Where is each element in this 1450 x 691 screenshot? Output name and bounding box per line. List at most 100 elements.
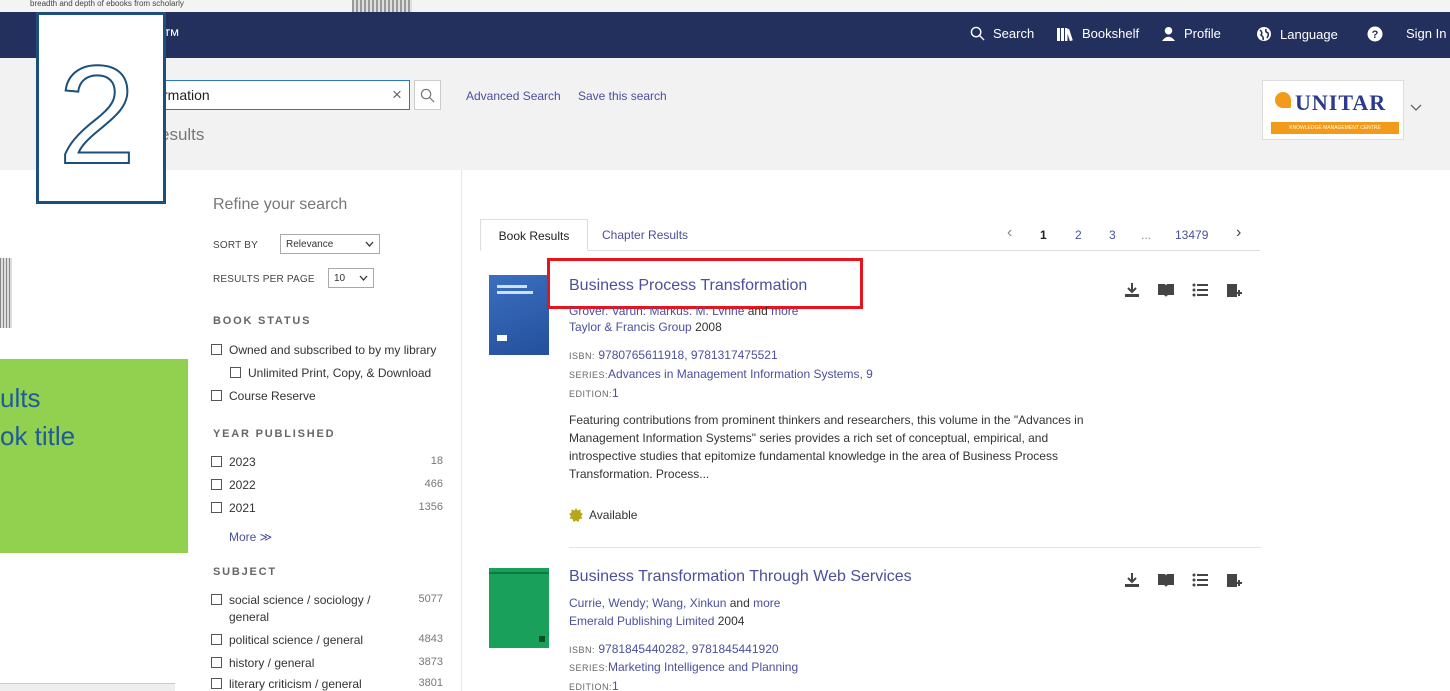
bookshelf-icon <box>1057 27 1073 41</box>
result-separator <box>569 547 1261 548</box>
more-authors-link[interactable]: more <box>771 304 798 315</box>
nav-bookshelf[interactable]: Bookshelf <box>1057 26 1139 41</box>
download-icon[interactable] <box>1122 280 1142 300</box>
globe-icon <box>1257 27 1271 41</box>
nav-profile-label: Profile <box>1184 26 1221 41</box>
read-online-icon[interactable] <box>1156 570 1176 590</box>
status-checkbox-owned[interactable]: Owned and subscribed to by my library <box>211 343 436 357</box>
checkbox[interactable] <box>211 594 222 605</box>
checkbox[interactable] <box>211 678 222 689</box>
checkbox[interactable] <box>230 367 241 378</box>
table-of-contents-icon[interactable] <box>1190 570 1210 590</box>
pager-page-1[interactable]: 1 <box>1040 228 1047 242</box>
year-checkbox-2021[interactable]: 2021 <box>211 501 256 515</box>
result-isbn-1: ISBN: 9780765611918, 9781317475521 <box>569 348 778 362</box>
read-online-icon[interactable] <box>1156 280 1176 300</box>
status-checkbox-unlimited[interactable]: Unlimited Print, Copy, & Download <box>230 366 431 380</box>
result-series-1: SERIES:Advances in Management Informatio… <box>569 367 873 381</box>
author-links[interactable]: Grover, Varun; Markus, M. Lynne <box>569 304 744 315</box>
status-label: Owned and subscribed to by my library <box>229 343 437 357</box>
book-cover-2[interactable] <box>489 568 549 648</box>
result-title-2[interactable]: Business Transformation Through Web Serv… <box>569 568 912 586</box>
pager-prev-button[interactable]: ‹ <box>1007 224 1012 242</box>
publish-year: 2004 <box>717 614 745 628</box>
table-of-contents-icon[interactable] <box>1190 280 1210 300</box>
subject-checkbox-political-science[interactable]: political science / general <box>211 633 363 647</box>
institution-logo[interactable]: UNITAR KNOWLEDGE MANAGEMENT CENTRE <box>1262 80 1404 140</box>
subject-checkbox-literary-criticism[interactable]: literary criticism / general <box>211 677 362 691</box>
add-to-bookshelf-icon[interactable] <box>1224 280 1244 300</box>
help-button[interactable]: ? <box>1367 26 1383 42</box>
result-description-1: Featuring contributions from prominent t… <box>569 413 1084 481</box>
save-search-link[interactable]: Save this search <box>578 89 667 103</box>
tab-chapter-results[interactable]: Chapter Results <box>602 219 688 251</box>
search-submit-button[interactable] <box>414 80 441 110</box>
tab-book-results[interactable]: Book Results <box>480 219 588 251</box>
checkbox[interactable] <box>211 344 222 355</box>
result-series-2: SERIES:Marketing Intelligence and Planni… <box>569 660 798 674</box>
nav-search[interactable]: Search <box>970 26 1034 41</box>
tabs-underline <box>480 250 1260 251</box>
unitar-flame-icon <box>1275 92 1291 108</box>
profile-icon <box>1161 26 1176 41</box>
institution-subtitle: KNOWLEDGE MANAGEMENT CENTRE <box>1271 122 1399 134</box>
subject-label: literary criticism / general <box>229 677 362 691</box>
checkbox[interactable] <box>211 390 222 401</box>
more-authors-link[interactable]: more <box>753 596 780 610</box>
isbn-value: 9781845440282, 9781845441920 <box>598 642 779 656</box>
checkbox[interactable] <box>211 657 222 668</box>
series-label: SERIES: <box>569 663 609 673</box>
book-cover-1[interactable] <box>489 275 549 355</box>
pager-last-page[interactable]: 13479 <box>1175 228 1208 242</box>
subject-label: history / general <box>229 656 315 670</box>
search-area <box>0 58 1450 170</box>
author-links[interactable]: Currie, Wendy; Wang, Xinkun <box>569 596 726 610</box>
nav-profile[interactable]: Profile <box>1161 26 1221 41</box>
status-label: Unlimited Print, Copy, & Download <box>248 366 432 380</box>
pager-ellipsis: ... <box>1141 228 1152 242</box>
nav-search-label: Search <box>993 26 1035 41</box>
nav-sign-in[interactable]: Sign In <box>1406 26 1446 41</box>
checkbox[interactable] <box>211 479 222 490</box>
nav-language[interactable]: Language <box>1256 26 1338 42</box>
result-edition-2: EDITION:1 <box>569 679 619 691</box>
checkbox[interactable] <box>211 456 222 467</box>
advanced-search-link[interactable]: Advanced Search <box>466 89 561 103</box>
download-icon[interactable] <box>1122 570 1142 590</box>
checkbox[interactable] <box>211 634 222 645</box>
decorative-bars <box>352 0 412 12</box>
sort-by-select[interactable]: Relevance <box>280 234 380 254</box>
publisher-link[interactable]: Emerald Publishing Limited <box>569 614 714 628</box>
subject-checkbox-history[interactable]: history / general <box>211 656 314 670</box>
book-status-heading: BOOK STATUS <box>213 315 312 327</box>
publisher-link[interactable]: Taylor & Francis Group <box>569 320 692 334</box>
institution-name: UNITAR <box>1295 90 1387 115</box>
per-page-value: 10 <box>334 272 346 284</box>
year-checkbox-2022[interactable]: 2022 <box>211 478 256 492</box>
result-publisher-1: Taylor & Francis Group 2008 <box>569 320 722 334</box>
status-checkbox-course-reserve[interactable]: Course Reserve <box>211 389 316 403</box>
sidebar-divider <box>461 170 462 691</box>
per-page-select[interactable]: 10 <box>328 268 374 288</box>
chevron-down-icon[interactable] <box>1410 104 1422 112</box>
subject-checkbox-social-science[interactable]: social science / sociology / <box>211 593 370 607</box>
isbn-label: ISBN: <box>569 645 596 655</box>
available-badge-icon <box>569 508 583 522</box>
pager-next-button[interactable]: › <box>1236 224 1241 242</box>
edition-label: EDITION: <box>569 682 613 691</box>
year-checkbox-2023[interactable]: 2023 <box>211 455 256 469</box>
series-link[interactable]: Marketing Intelligence and Planning <box>608 660 798 674</box>
year-label: 2021 <box>229 501 256 515</box>
clear-search-icon[interactable]: × <box>392 86 402 104</box>
year-more-link[interactable]: More ≫ <box>229 530 272 544</box>
result-isbn-2: ISBN: 9781845440282, 9781845441920 <box>569 642 779 656</box>
pager-page-3[interactable]: 3 <box>1109 228 1116 242</box>
result-authors-1: Grover, Varun; Markus, M. Lynne and more <box>569 304 798 315</box>
add-to-bookshelf-icon[interactable] <box>1224 570 1244 590</box>
edition-label: EDITION: <box>569 389 613 399</box>
year-published-heading: YEAR PUBLISHED <box>213 428 336 440</box>
checkbox[interactable] <box>211 502 222 513</box>
series-link[interactable]: Advances in Management Information Syste… <box>608 367 873 381</box>
pager-page-2[interactable]: 2 <box>1075 228 1082 242</box>
sort-by-label: SORT BY <box>213 240 258 251</box>
